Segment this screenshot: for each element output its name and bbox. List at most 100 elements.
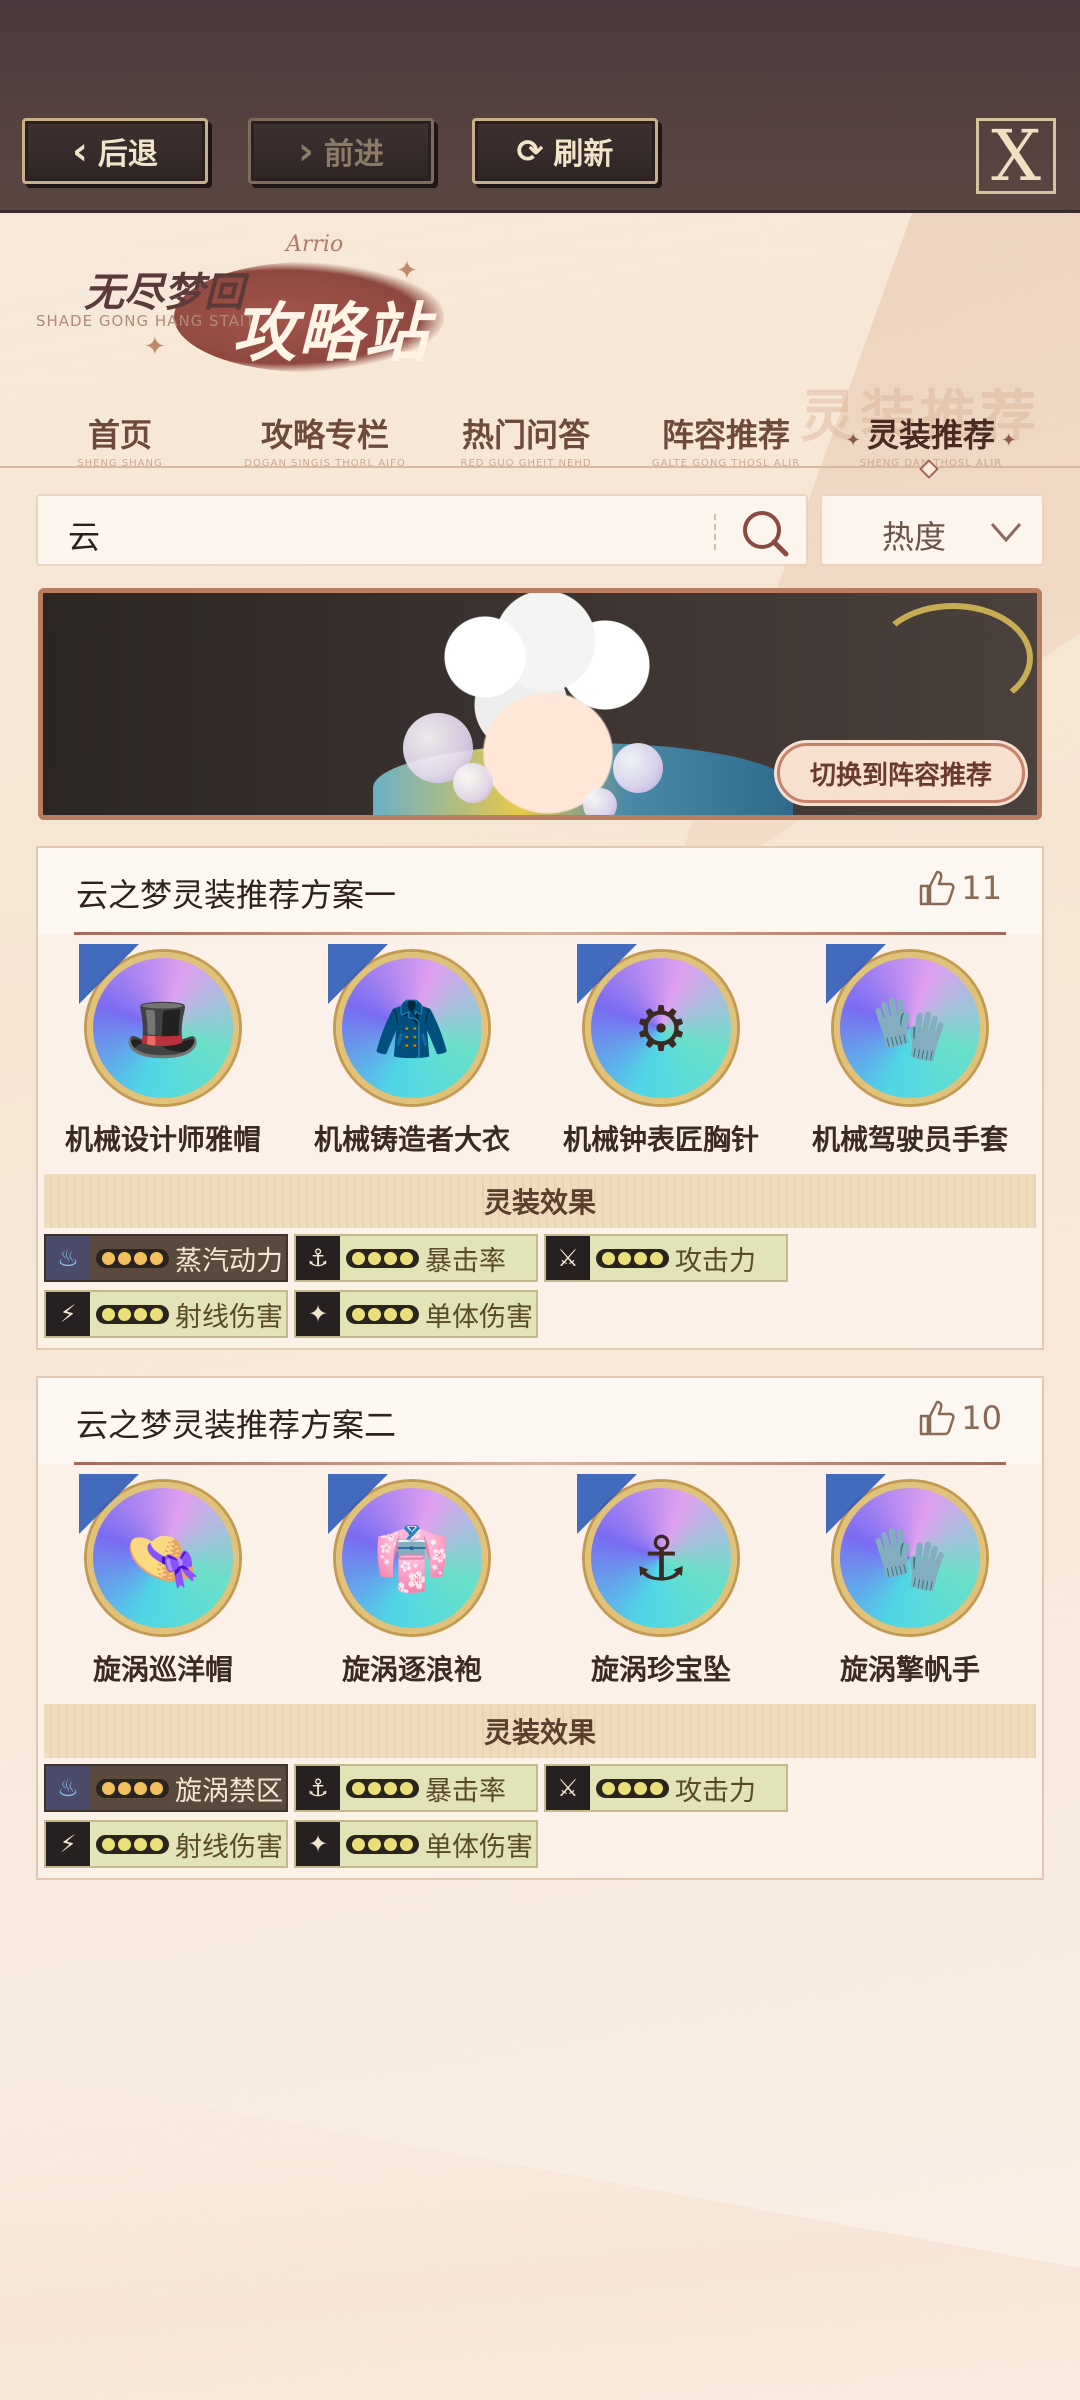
gear-name: 机械驾驶员手套 xyxy=(811,1123,1008,1156)
search-input[interactable]: 云 xyxy=(68,512,100,558)
gear-name: 旋涡擎帆手 xyxy=(839,1653,980,1686)
effect-tag[interactable]: ⚡ 射线伤害 xyxy=(44,1820,288,1868)
chevron-down-icon xyxy=(990,523,1022,543)
level-pips xyxy=(96,1778,169,1798)
effect-title: 灵装效果 xyxy=(44,1174,1036,1228)
level-pips xyxy=(346,1834,419,1854)
gear-item[interactable]: 🎩 机械设计师雅帽 xyxy=(38,944,288,1158)
effect-title: 灵装效果 xyxy=(44,1704,1036,1758)
refresh-label: 刷新 xyxy=(553,137,614,172)
bubble xyxy=(453,763,493,803)
gear-item[interactable]: 🧥 机械铸造者大衣 xyxy=(287,944,537,1158)
gear-name: 旋涡逐浪袍 xyxy=(341,1653,482,1686)
effect-tag[interactable]: ⚓ 暴击率 xyxy=(294,1234,538,1282)
hat-icon: 👒 xyxy=(124,1522,202,1595)
card-title: 云之梦灵装推荐方案一 xyxy=(76,876,397,914)
effect-label: 攻击力 xyxy=(675,1775,756,1807)
gear-item[interactable]: 👒 旋涡巡洋帽 xyxy=(38,1474,288,1688)
gear-name: 旋涡巡洋帽 xyxy=(92,1653,233,1686)
tab-label: 阵容推荐 xyxy=(661,416,790,454)
sparkle-icon: ✦ xyxy=(845,430,867,451)
like-button[interactable]: 10 xyxy=(917,1398,1002,1438)
promo-banner[interactable]: 切换到阵容推荐 xyxy=(38,588,1042,820)
like-button[interactable]: 11 xyxy=(917,868,1002,908)
effect-tag[interactable]: ⚔ 攻击力 xyxy=(544,1234,788,1282)
gear-name: 旋涡珍宝坠 xyxy=(590,1653,731,1686)
sort-dropdown[interactable]: 热度 xyxy=(820,494,1044,566)
gear-name: 机械铸造者大衣 xyxy=(313,1123,510,1156)
gear-badge: 👘 xyxy=(328,1474,488,1634)
gear-badge: 🧤 xyxy=(826,1474,986,1634)
gear-item[interactable]: ⚓ 旋涡珍宝坠 xyxy=(536,1474,786,1688)
gear-badge: 🧥 xyxy=(328,944,488,1104)
chevron-right-icon: › xyxy=(298,129,314,173)
bubble xyxy=(583,788,617,815)
effect-tag[interactable]: ⚓ 暴击率 xyxy=(294,1764,538,1812)
search-divider xyxy=(714,514,716,550)
bubble xyxy=(613,743,663,793)
search-box[interactable]: 云 xyxy=(36,494,808,566)
logo-title-main: 攻略站 xyxy=(232,297,430,371)
search-icon[interactable] xyxy=(738,506,792,560)
gear-item[interactable]: 👘 旋涡逐浪袍 xyxy=(287,1474,537,1688)
gear-item[interactable]: 🧤 旋涡擎帆手 xyxy=(785,1474,1035,1688)
like-count: 11 xyxy=(961,869,1002,907)
gear-badge: 👒 xyxy=(79,1474,239,1634)
level-pips xyxy=(346,1778,419,1798)
tab-lineups[interactable]: 阵容推荐 GALTE GONG THOSL ALIR xyxy=(636,410,816,469)
level-pips xyxy=(96,1304,169,1324)
sword-icon: ⚔ xyxy=(546,1236,590,1280)
effect-tag[interactable]: ⚡ 射线伤害 xyxy=(44,1290,288,1338)
sparkle-icon: ✦ xyxy=(144,332,166,362)
gloves-icon: 🧤 xyxy=(871,1522,949,1595)
effect-tag[interactable]: ♨ 旋涡禁区 xyxy=(44,1764,288,1812)
background-decoration xyxy=(0,2070,1080,2400)
hat-icon: 🎩 xyxy=(124,992,202,1065)
refresh-button[interactable]: ⟳ 刷新 xyxy=(472,118,658,184)
effect-list: ♨ 旋涡禁区 ⚓ 暴击率 ⚔ 攻击力 ⚡ 射线伤害 ✦ 单体伤害 xyxy=(38,1758,1042,1878)
gear-list: 👒 旋涡巡洋帽 👘 旋涡逐浪袍 ⚓ 旋涡珍宝坠 🧤 旋涡擎帆手 xyxy=(38,1464,1042,1704)
like-count: 10 xyxy=(961,1399,1002,1437)
level-pips xyxy=(346,1248,419,1268)
beam-icon: ⚡ xyxy=(46,1822,90,1866)
effect-label: 射线伤害 xyxy=(175,1831,283,1863)
effect-tag[interactable]: ♨ 蒸汽动力 xyxy=(44,1234,288,1282)
sparkle-icon: ✦ xyxy=(995,430,1017,451)
gear-list: 🎩 机械设计师雅帽 🧥 机械铸造者大衣 ⚙ 机械钟表匠胸针 🧤 机械驾驶员手套 xyxy=(38,934,1042,1174)
tab-faq[interactable]: 热门问答 RED GUO GHEIT NEHD xyxy=(436,410,616,469)
effect-label: 暴击率 xyxy=(425,1245,506,1277)
card-header: 云之梦灵装推荐方案二 10 xyxy=(38,1378,1042,1465)
gear-item[interactable]: ⚙ 机械钟表匠胸针 xyxy=(536,944,786,1158)
effect-tag[interactable]: ✦ 单体伤害 xyxy=(294,1820,538,1868)
tab-home[interactable]: 首页 SHENG SHANG xyxy=(60,410,180,469)
target-icon: ✦ xyxy=(296,1292,340,1336)
level-pips xyxy=(596,1778,669,1798)
sword-icon: ⚔ xyxy=(546,1766,590,1810)
anchor-icon: ⚓ xyxy=(296,1236,340,1280)
gear-badge: 🧤 xyxy=(826,944,986,1104)
tab-guides[interactable]: 攻略专栏 DOGAN SINGIS THORL AIFO xyxy=(220,410,430,469)
card-header: 云之梦灵装推荐方案一 11 xyxy=(38,848,1042,935)
switch-to-lineups-button[interactable]: 切换到阵容推荐 xyxy=(777,743,1025,803)
effect-list: ♨ 蒸汽动力 ⚓ 暴击率 ⚔ 攻击力 ⚡ 射线伤害 ✦ 单体伤害 xyxy=(38,1228,1042,1348)
effect-tag[interactable]: ⚔ 攻击力 xyxy=(544,1764,788,1812)
site-logo[interactable]: 无尽梦回 SHADE GONG HANG STAIT 攻略站 ✦ ✦ Arrio xyxy=(36,232,476,382)
target-icon: ✦ xyxy=(296,1822,340,1866)
forward-button[interactable]: › 前进 xyxy=(248,118,434,184)
brooch-icon: ⚙ xyxy=(633,992,689,1065)
gear-item[interactable]: 🧤 机械驾驶员手套 xyxy=(785,944,1035,1158)
gear-name: 机械设计师雅帽 xyxy=(64,1123,261,1156)
effect-label: 蒸汽动力 xyxy=(175,1245,283,1277)
tab-label: 灵装推荐 xyxy=(866,416,995,454)
level-pips xyxy=(96,1834,169,1854)
effect-label: 攻击力 xyxy=(675,1245,756,1277)
close-button[interactable]: X xyxy=(976,118,1056,194)
back-button[interactable]: ‹ 后退 xyxy=(22,118,208,184)
flame-icon: ♨ xyxy=(46,1766,90,1810)
sparkle-icon: ✦ xyxy=(396,256,418,286)
gear-badge: 🎩 xyxy=(79,944,239,1104)
card-title: 云之梦灵装推荐方案二 xyxy=(76,1406,397,1444)
tab-label: 热门问答 xyxy=(461,416,590,454)
effect-tag[interactable]: ✦ 单体伤害 xyxy=(294,1290,538,1338)
effect-label: 单体伤害 xyxy=(425,1831,533,1863)
